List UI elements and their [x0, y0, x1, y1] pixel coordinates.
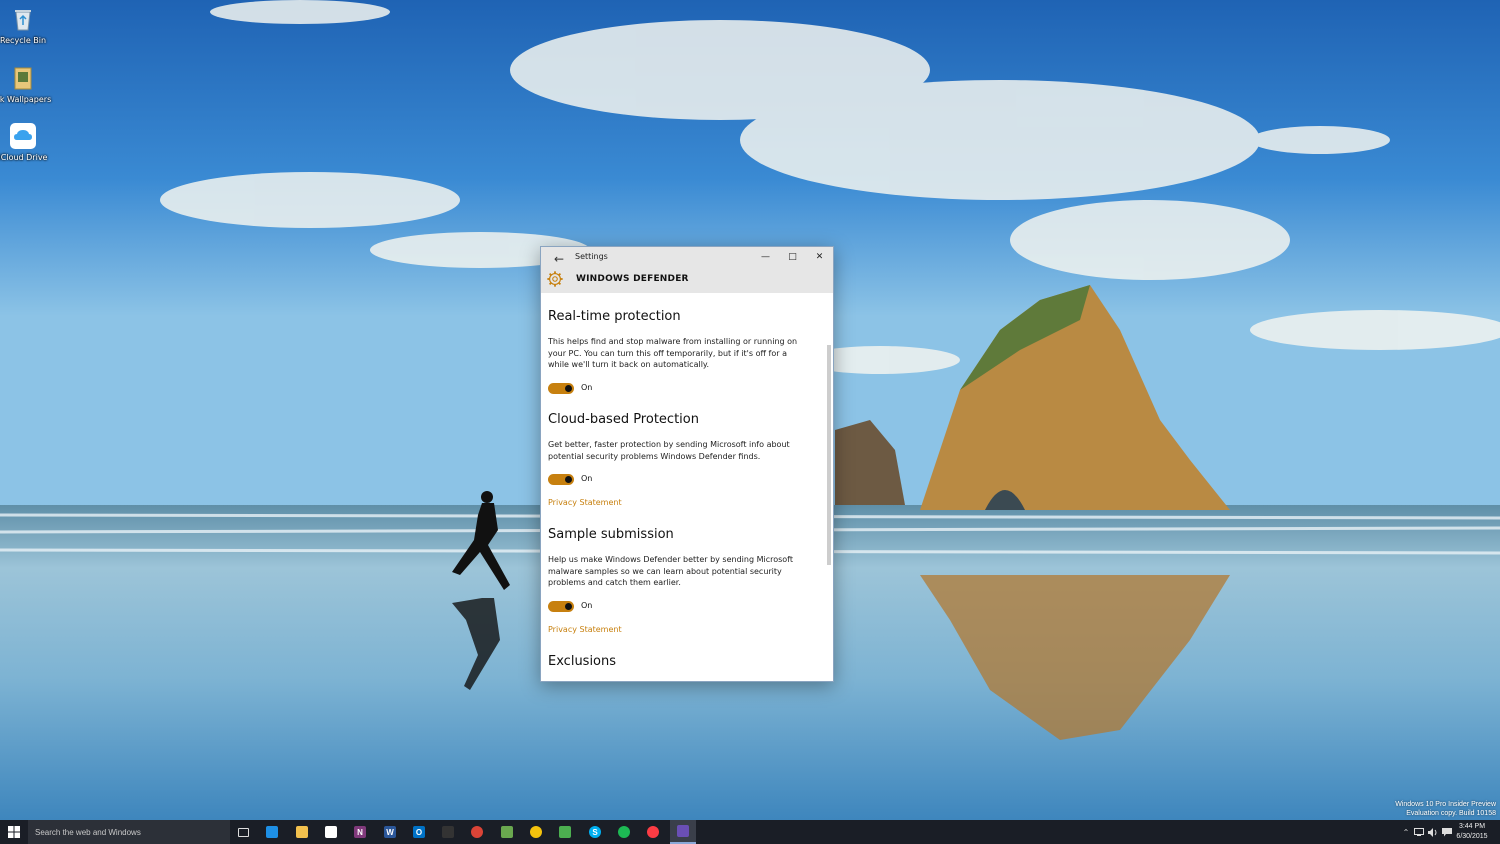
taskbar-app-task-view[interactable]	[230, 820, 256, 844]
section-description: This helps find and stop malware from in…	[548, 337, 798, 369]
spotify-icon	[618, 826, 630, 838]
outlook-icon: O	[413, 826, 425, 838]
taskbar-app-skype[interactable]: S	[582, 820, 608, 844]
taskbar-app-picasa[interactable]	[494, 820, 520, 844]
taskbar-app-file-explorer[interactable]	[289, 820, 315, 844]
maximize-button[interactable]: □	[779, 247, 806, 267]
toggle-knob	[565, 603, 572, 610]
onenote-icon: N	[354, 826, 366, 838]
taskbar: N W O S ⌃ 3:44 PM 6/30/2015	[0, 820, 1500, 844]
store-icon	[325, 826, 337, 838]
toggle-state-label: On	[581, 601, 593, 610]
windows-logo-icon	[8, 826, 20, 838]
taskbar-search-box[interactable]	[28, 820, 230, 844]
taskbar-app-emoji[interactable]	[523, 820, 549, 844]
smiley-icon	[530, 826, 542, 838]
taskbar-app-store[interactable]	[318, 820, 344, 844]
watermark-line: Windows 10 Pro Insider Preview	[1395, 801, 1496, 808]
taskbar-app-terminal[interactable]	[435, 820, 461, 844]
photos-icon	[559, 826, 571, 838]
itunes-icon	[647, 826, 659, 838]
taskbar-app-spotify[interactable]	[611, 820, 637, 844]
toggle-knob	[565, 476, 572, 483]
settings-content: Real-time protection This helps find and…	[541, 293, 833, 681]
section-heading-real-time-protection: Real-time protection	[548, 309, 681, 324]
section-heading-exclusions: Exclusions	[548, 654, 617, 669]
taskbar-clock[interactable]: 3:44 PM 6/30/2015	[1452, 822, 1492, 842]
section-heading-sample-submission: Sample submission	[548, 527, 674, 542]
clock-date: 6/30/2015	[1456, 833, 1488, 840]
taskbar-app-photos[interactable]	[552, 820, 578, 844]
section-description: Get better, faster protection by sending…	[548, 440, 790, 461]
privacy-statement-link[interactable]: Privacy Statement	[548, 625, 622, 634]
start-button[interactable]	[0, 820, 28, 844]
minimize-button[interactable]: —	[752, 247, 779, 267]
desktop-icon-label: 5k Wallpapers	[0, 95, 52, 104]
taskbar-app-onenote[interactable]: N	[347, 820, 373, 844]
desktop-icon-label: iCloud Drive	[0, 153, 48, 162]
terminal-icon	[442, 826, 454, 838]
picasa-icon	[501, 826, 513, 838]
page-title: WINDOWS DEFENDER	[576, 274, 689, 284]
section-description: Help us make Windows Defender better by …	[548, 555, 793, 587]
taskbar-app-settings[interactable]	[670, 820, 696, 844]
section-heading-cloud-based-protection: Cloud-based Protection	[548, 412, 699, 427]
gear-icon	[547, 271, 563, 287]
chevron-up-icon[interactable]: ⌃	[1400, 820, 1412, 844]
folder-icon	[9, 63, 37, 93]
word-icon: W	[384, 826, 396, 838]
back-arrow-icon[interactable]: ←	[547, 249, 571, 269]
taskbar-app-itunes[interactable]	[640, 820, 666, 844]
gear-icon	[677, 825, 689, 837]
clock-time: 3:44 PM	[1458, 823, 1486, 830]
skype-icon: S	[589, 826, 601, 838]
build-watermark: Windows 10 Pro Insider Preview Evaluatio…	[1395, 800, 1496, 818]
taskbar-app-chrome[interactable]	[464, 820, 490, 844]
toggle-state-label: On	[581, 383, 593, 392]
search-input[interactable]	[35, 827, 225, 837]
cloud-based-protection-toggle[interactable]	[548, 474, 574, 485]
real-time-protection-toggle[interactable]	[548, 383, 574, 394]
watermark-line: Evaluation copy. Build 10158	[1406, 810, 1496, 817]
desktop-icon-label: Recycle Bin	[0, 36, 47, 45]
taskbar-app-word[interactable]: W	[377, 820, 403, 844]
taskbar-app-outlook[interactable]: O	[406, 820, 432, 844]
settings-window: ← Settings — □ ✕ WINDOWS DEFENDER Real-t…	[540, 246, 834, 682]
sample-submission-toggle[interactable]	[548, 601, 574, 612]
toggle-state-label: On	[581, 474, 593, 483]
network-icon[interactable]	[1412, 820, 1426, 844]
toggle-knob	[565, 385, 572, 392]
privacy-statement-link[interactable]: Privacy Statement	[548, 498, 622, 507]
icloud-drive-icon	[9, 121, 37, 151]
task-view-icon	[237, 827, 249, 837]
desktop-icon-5k-wallpapers[interactable]: 5k Wallpapers	[0, 63, 51, 104]
edge-icon	[266, 826, 278, 838]
window-title: Settings	[575, 252, 608, 261]
chrome-icon	[471, 826, 483, 838]
close-button[interactable]: ✕	[806, 247, 833, 267]
desktop-icon-icloud-drive[interactable]: iCloud Drive	[0, 121, 48, 162]
folder-icon	[296, 826, 308, 838]
volume-icon[interactable]	[1426, 820, 1440, 844]
window-titlebar[interactable]: ← Settings — □ ✕ WINDOWS DEFENDER	[541, 247, 833, 293]
desktop-icon-recycle-bin[interactable]: Recycle Bin	[0, 4, 46, 45]
recycle-bin-icon	[9, 4, 37, 34]
scrollbar[interactable]	[827, 345, 831, 565]
taskbar-app-edge[interactable]	[259, 820, 285, 844]
